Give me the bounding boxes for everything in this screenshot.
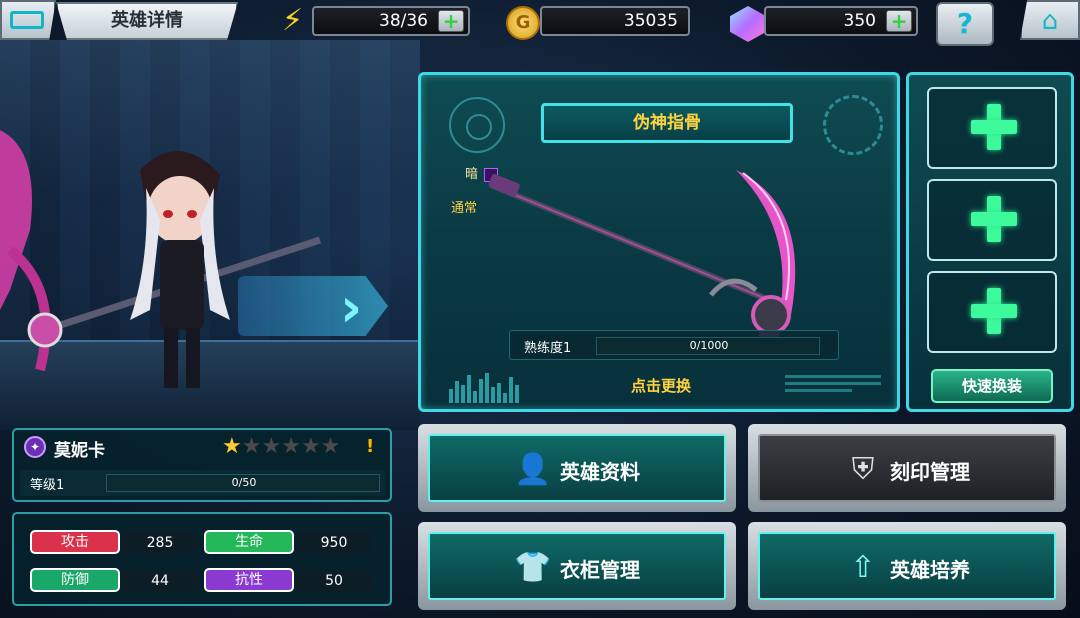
shield-emblem-icon: ⛨ — [851, 452, 875, 487]
gold-coin-icon: G — [506, 6, 540, 40]
weapon-type: 通常 — [451, 201, 478, 216]
star-icon: ★ — [281, 434, 301, 459]
stat-hp-label: 生命 — [204, 530, 294, 554]
hero-class-emblem-icon: ✦ — [24, 436, 46, 458]
energy-value: 38/36 — [379, 11, 428, 31]
crosshair-decoration — [449, 97, 505, 153]
star-icon: ★ — [261, 434, 282, 459]
stat-resist-value: 50 — [296, 570, 372, 592]
proficiency-track: 0/1000 — [596, 337, 820, 355]
proficiency-bar: 熟练度1 0/1000 — [509, 330, 839, 360]
stat-defense-label: 防御 — [30, 568, 120, 592]
help-button[interactable]: ? — [936, 2, 994, 46]
add-icon — [971, 196, 1017, 242]
exp-value: 0/50 — [231, 476, 257, 489]
star-icon: ★ — [222, 434, 242, 459]
equipment-slot-2[interactable] — [927, 179, 1057, 261]
hero-info-panel: ✦ 莫妮卡 ★★★★★★ ! 等级1 0/50 — [12, 428, 392, 502]
quick-equip-button[interactable]: 快速换装 — [931, 369, 1053, 403]
equalizer-decoration — [449, 373, 539, 405]
wardrobe-button-label: 衣柜管理 — [560, 558, 640, 582]
stat-attack-value: 285 — [122, 532, 198, 554]
hero-stats-panel: 攻击 285 生命 950 防御 44 抗性 50 — [12, 512, 392, 606]
energy-bolt-icon: ⚡ — [282, 3, 304, 38]
chevron-right-icon: › — [340, 276, 363, 339]
stat-defense-value: 44 — [122, 570, 198, 592]
battle-scene-background: › — [0, 40, 420, 430]
stat-defense: 防御 44 — [30, 568, 198, 594]
exp-bar: 0/50 — [106, 474, 380, 492]
gem-icon — [730, 6, 766, 42]
gem-counter: 350 + — [764, 6, 918, 36]
training-button-label: 英雄培养 — [890, 558, 970, 582]
hero-info-button[interactable]: 👤 英雄资料 — [418, 424, 736, 512]
equipment-slot-1[interactable] — [927, 87, 1057, 169]
stat-hp-value: 950 — [296, 532, 372, 554]
add-icon — [971, 104, 1017, 150]
imprint-button-label: 刻印管理 — [890, 460, 970, 484]
training-button-face: ⇧ 英雄培养 — [758, 532, 1056, 600]
level-row: 等级1 0/50 — [20, 470, 386, 496]
weapon-panel[interactable]: 伪神指骨 暗 通常 熟练度1 0/1000 点击更换 — [418, 72, 900, 412]
person-upgrade-icon: ⇧ — [850, 550, 876, 585]
back-arrow-icon — [10, 11, 44, 29]
stat-resist: 抗性 50 — [204, 568, 372, 594]
proficiency-value: 0/1000 — [689, 339, 729, 352]
home-button[interactable]: ⌂ — [1020, 0, 1080, 40]
gold-counter: 35035 — [540, 6, 690, 36]
energy-counter: 38/36 + — [312, 6, 470, 36]
imprint-button-face: ⛨ 刻印管理 — [758, 434, 1056, 502]
shirt-icon: 👕 — [514, 550, 552, 585]
add-icon — [971, 288, 1017, 334]
hero-info-button-label: 英雄资料 — [560, 460, 640, 484]
wardrobe-button-face: 👕 衣柜管理 — [428, 532, 726, 600]
star-icon: ★ — [300, 434, 321, 459]
equipment-slot-panel: 快速换装 — [906, 72, 1074, 412]
stat-resist-label: 抗性 — [204, 568, 294, 592]
page-title: 英雄详情 — [56, 2, 238, 40]
scythe-weapon-illustration — [488, 170, 796, 350]
upgrade-alert-icon: ! — [366, 436, 375, 457]
imprint-button[interactable]: ⛨ 刻印管理 — [748, 424, 1066, 512]
wardrobe-button[interactable]: 👕 衣柜管理 — [418, 522, 736, 610]
gem-value: 350 — [843, 11, 876, 31]
weapon-element-label: 暗 — [465, 167, 479, 182]
hero-info-button-face: 👤 英雄资料 — [428, 434, 726, 502]
level-label: 等级1 — [30, 478, 65, 493]
add-gems-button[interactable]: + — [886, 10, 912, 32]
gold-value: 35035 — [623, 11, 678, 31]
training-button[interactable]: ⇧ 英雄培养 — [748, 522, 1066, 610]
change-weapon-button[interactable]: 点击更换 — [631, 375, 691, 396]
stat-attack-label: 攻击 — [30, 530, 120, 554]
lines-decoration — [785, 375, 881, 401]
add-energy-button[interactable]: + — [438, 10, 464, 32]
stat-attack: 攻击 285 — [30, 530, 198, 556]
gear-decoration — [823, 95, 883, 155]
hero-character-illustration — [0, 130, 322, 388]
proficiency-label: 熟练度1 — [524, 341, 572, 356]
hero-star-rating: ★★★★★★ — [222, 434, 340, 459]
star-icon: ★ — [241, 434, 262, 459]
equipment-slot-3[interactable] — [927, 271, 1057, 353]
home-icon: ⌂ — [1041, 6, 1059, 36]
person-card-icon: 👤 — [514, 452, 552, 487]
weapon-name: 伪神指骨 — [541, 103, 793, 143]
star-icon: ★ — [320, 434, 341, 459]
hero-name: 莫妮卡 — [54, 441, 105, 461]
top-bar: 英雄详情 ⚡ 38/36 + G 35035 350 + ? ⌂ — [0, 0, 1080, 46]
stat-hp: 生命 950 — [204, 530, 372, 556]
back-button[interactable] — [0, 0, 56, 40]
